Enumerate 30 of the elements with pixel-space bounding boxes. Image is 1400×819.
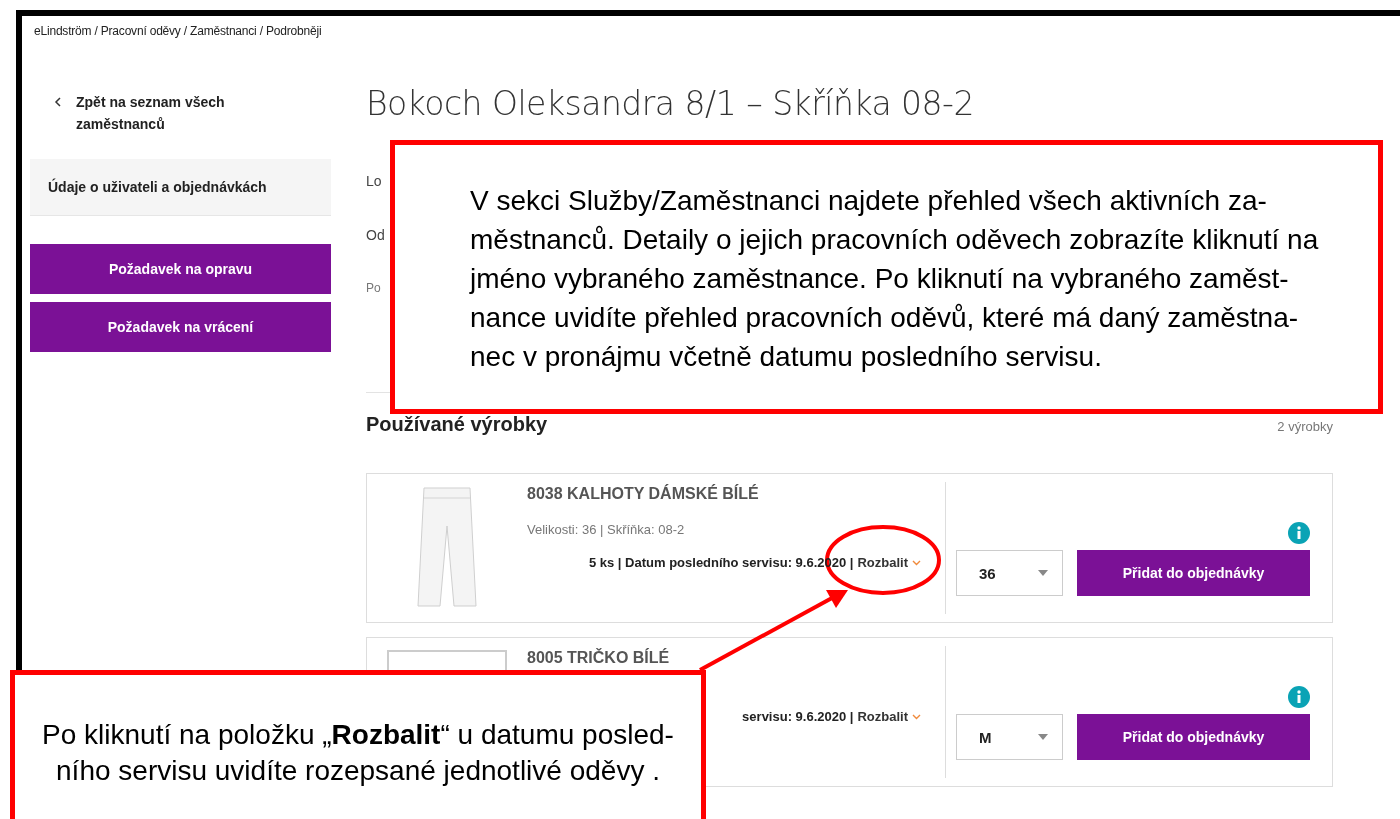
section-heading: Používané výrobky xyxy=(366,413,548,436)
request-button[interactable]: Požadavek na opravu xyxy=(30,244,331,294)
dropdown-arrow-icon xyxy=(1038,734,1048,740)
info-text: Po xyxy=(366,281,381,297)
product-name[interactable]: 8005 TRIČKO BÍLÉ xyxy=(527,649,945,667)
info-icon[interactable] xyxy=(1288,686,1310,708)
expand-link[interactable]: Rozbalit xyxy=(857,709,908,724)
caret-icon xyxy=(912,559,921,566)
add-to-order-button[interactable]: Přidat do objednávky xyxy=(1077,550,1310,596)
size-select[interactable]: 36 xyxy=(956,550,1063,596)
annotation-callout: Po kliknutí na položku „Rozbalit“ u datumu posled- ního servisu uvidíte rozepsané jednotlivé oděvy . xyxy=(10,670,706,819)
expand-link[interactable]: Rozbalit xyxy=(857,555,908,570)
dropdown-arrow-icon xyxy=(1038,570,1048,576)
caret-icon xyxy=(912,713,921,720)
add-to-order-button[interactable]: Přidat do objednávky xyxy=(1077,714,1310,760)
product-name[interactable]: 8038 KALHOTY DÁMSKÉ BÍLÉ xyxy=(527,485,945,503)
info-text: Od xyxy=(366,227,385,245)
request-button[interactable]: Požadavek na vrácení xyxy=(30,302,331,352)
breadcrumb: eLindström / Pracovní oděvy / Zaměstnanci / Podrobněji xyxy=(33,23,323,38)
product-count: 2 výrobky xyxy=(1277,419,1333,434)
chevron-left-icon xyxy=(54,97,62,107)
sidebar-menu-item[interactable]: Údaje o uživateli a objednávkách xyxy=(30,159,331,216)
info-text: Lo xyxy=(366,173,382,191)
size-select[interactable]: M xyxy=(956,714,1063,760)
product-sizes: Velikosti: 36 | Skříňka: 08-2 xyxy=(527,521,686,537)
annotation-callout: V sekci Služby/Zaměstnanci najdete přehled všech aktivních za- městnanců. Detaily o jejich pracovních oděvech zobrazíte kliknutí na jméno vybraného zaměstnance. Po kliknutí na vybraného zaměst- nance uvidíte přehled pracovních oděvů, které má daný zaměstna- nec v pronájmu včetně datumu posledního servisu. xyxy=(390,140,1383,414)
info-icon[interactable] xyxy=(1288,522,1310,544)
employee-title: Bokoch Oleksandra 8/1 – Skříňka 08-2 xyxy=(366,83,976,125)
service-info: servisu: 9.6.2020 | xyxy=(742,709,854,724)
back-link[interactable]: Zpět na seznam všech zaměstnanců xyxy=(30,83,331,135)
